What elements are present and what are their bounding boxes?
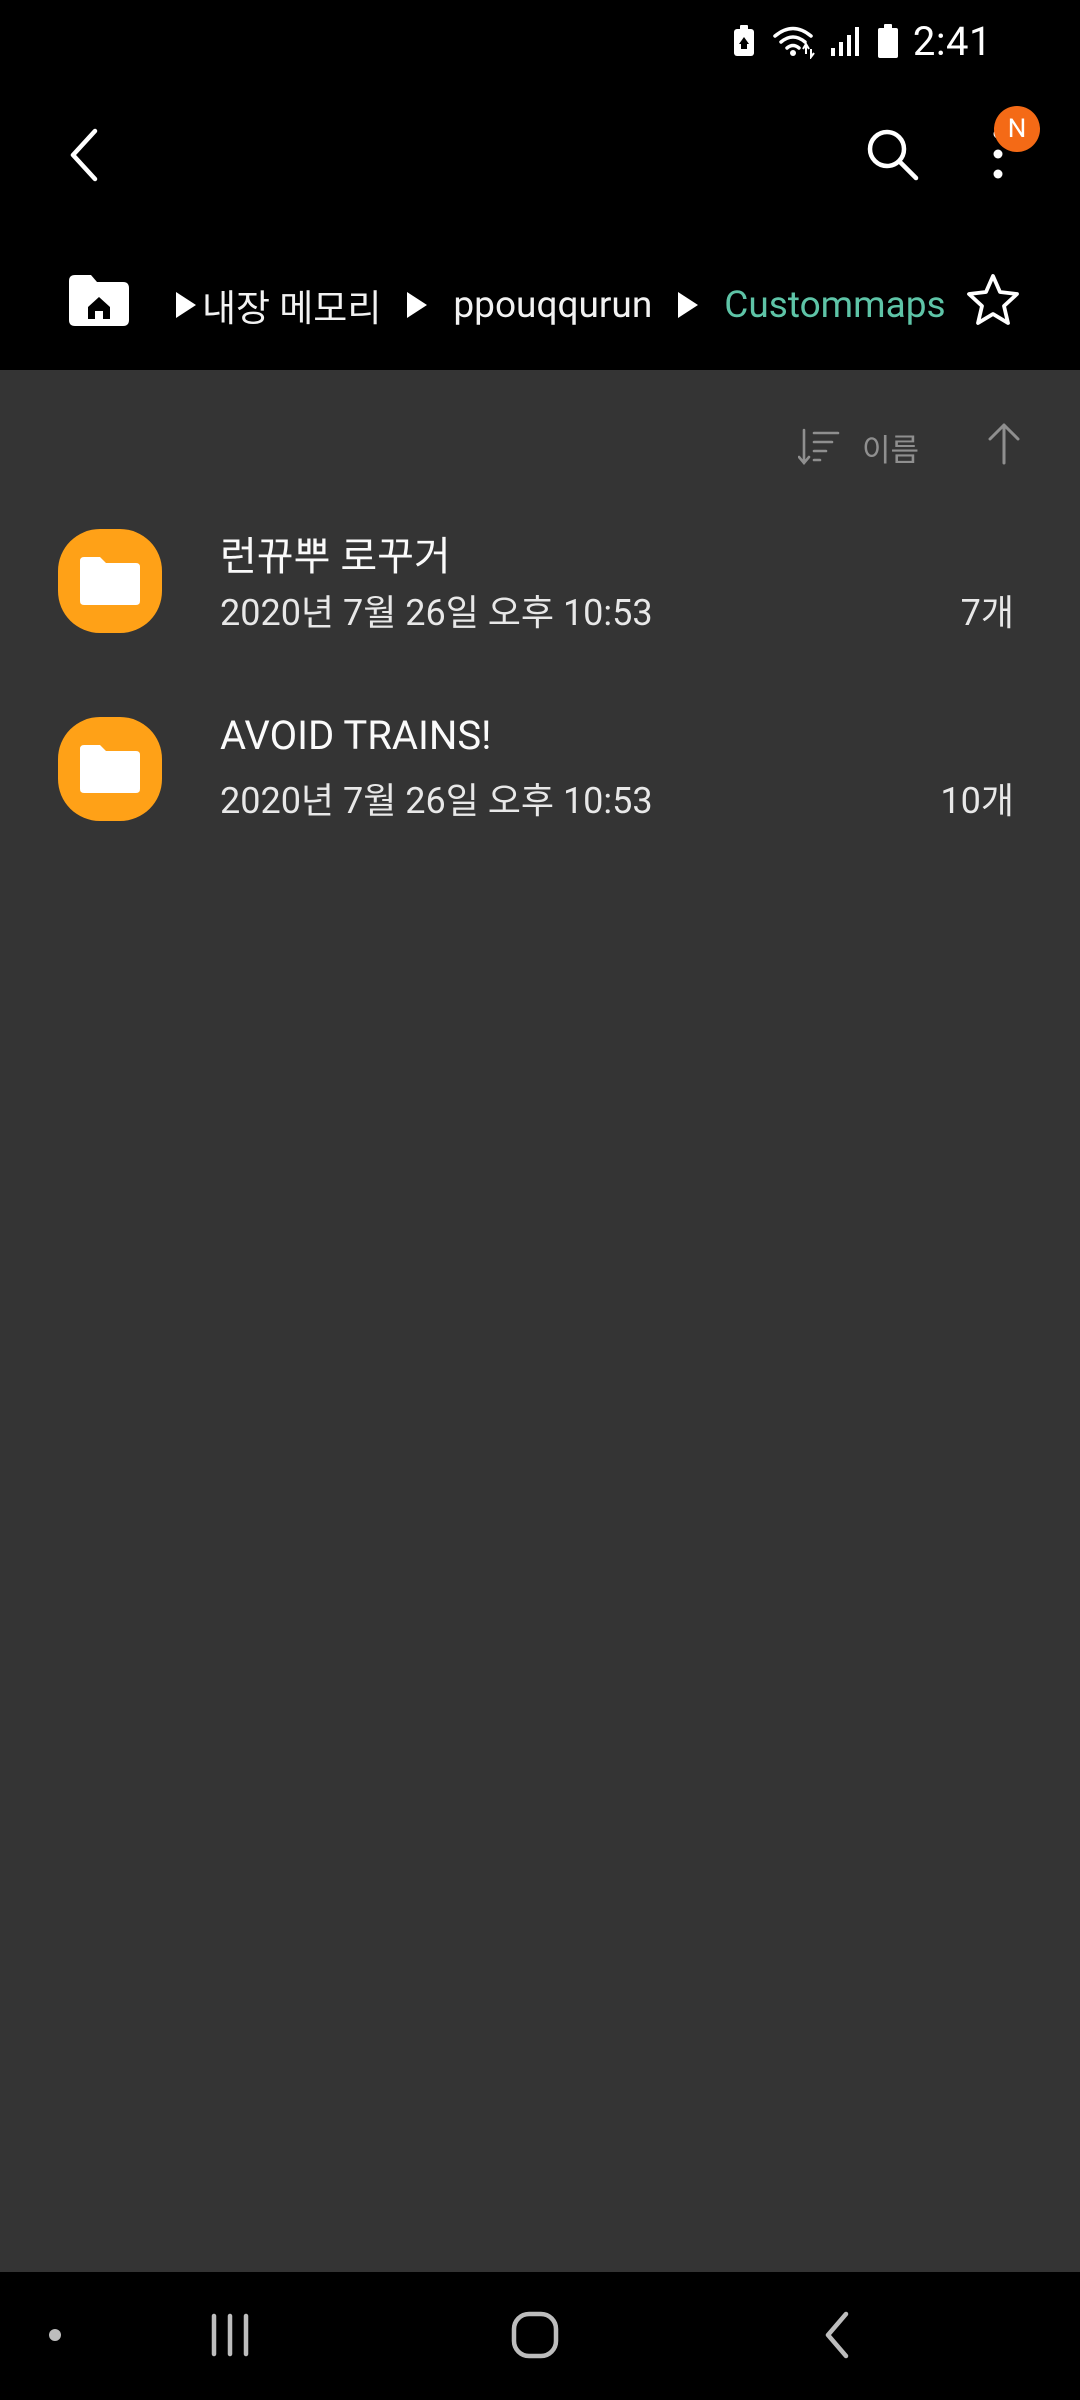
notification-badge: N [994, 106, 1040, 152]
breadcrumb-separator-icon [176, 292, 196, 318]
screen: 2:41 N 내장 메모리 ppouqqurun Custommaps 이름 런… [0, 0, 1080, 2400]
favorite-button[interactable] [960, 267, 1026, 333]
signal-icon [830, 27, 859, 56]
recents-icon[interactable] [208, 2312, 252, 2358]
sort-label[interactable]: 이름 [862, 425, 919, 470]
breadcrumb-separator-icon [678, 292, 699, 318]
status-time: 2:41 [912, 17, 992, 65]
file-date: 2020년 7월 26일 오후 10:53 [220, 780, 653, 822]
home-icon[interactable] [510, 2310, 560, 2360]
search-button[interactable] [856, 118, 928, 190]
nav-dot-icon [49, 2329, 61, 2341]
star-icon [967, 274, 1019, 325]
file-count: 10개 [940, 780, 1014, 822]
status-bar: 2:41 [0, 0, 1080, 80]
breadcrumb-item-current[interactable]: Custommaps [724, 284, 945, 327]
back-nav-icon[interactable] [820, 2310, 854, 2360]
app-bar: N [0, 80, 1080, 230]
sort-bar: 이름 [0, 415, 1080, 485]
file-count: 7개 [960, 592, 1014, 634]
breadcrumb-separator-icon [407, 292, 428, 318]
home-folder-button[interactable] [66, 270, 132, 330]
wifi-icon [773, 26, 815, 59]
navigation-bar [0, 2272, 1080, 2400]
breadcrumb-bar: 내장 메모리 ppouqqurun Custommaps [0, 230, 1080, 370]
back-button[interactable] [50, 120, 120, 190]
list-item[interactable]: 런뀨뿌 로꾸거 2020년 7월 26일 오후 10:53 7개 [0, 502, 1080, 662]
folder-icon [58, 529, 162, 633]
battery-saver-icon [733, 25, 754, 56]
breadcrumb-item-internal-storage[interactable]: 내장 메모리 [202, 278, 381, 332]
list-item[interactable]: AVOID TRAINS! 2020년 7월 26일 오후 10:53 10개 [0, 690, 1080, 850]
sort-icon[interactable] [798, 427, 842, 467]
file-date: 2020년 7월 26일 오후 10:53 [220, 592, 653, 634]
breadcrumb-item-ppouqqurun[interactable]: ppouqqurun [453, 284, 652, 327]
file-name: 런뀨뿌 로꾸거 [220, 533, 451, 580]
battery-icon [877, 24, 898, 58]
status-icons: 2:41 [731, 16, 992, 66]
folder-icon [58, 717, 162, 821]
file-list-area: 이름 런뀨뿌 로꾸거 2020년 7월 26일 오후 10:53 7개 AVOI… [0, 370, 1080, 2272]
file-name: AVOID TRAINS! [220, 712, 492, 759]
sort-direction-arrow-up-icon[interactable] [982, 421, 1026, 467]
breadcrumb: 내장 메모리 ppouqqurun Custommaps [174, 275, 946, 335]
home-folder-icon [69, 275, 129, 326]
back-icon [70, 128, 98, 182]
search-icon [867, 129, 919, 181]
